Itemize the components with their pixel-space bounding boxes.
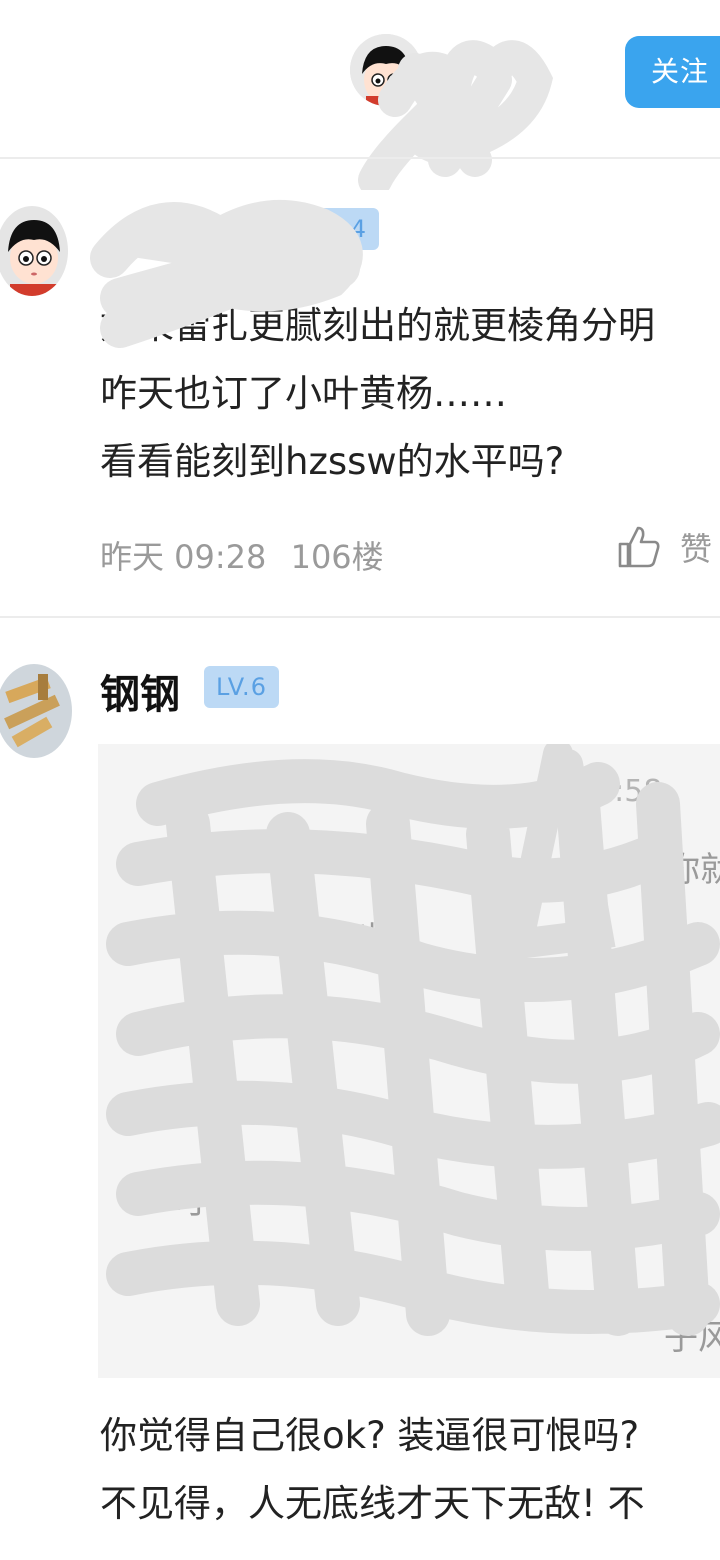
thumbs-up-icon	[618, 526, 660, 568]
thread-page: 关注 LV.4 如果雷扎更腻刻出的就更棱角分明 咋天也订了小叶黄杨…… 看看能刻…	[0, 0, 720, 1560]
quote-fragment: 也	[354, 920, 388, 960]
level-badge: LV.4	[304, 208, 379, 250]
comment-line: 你觉得自己很ok? 装逼很可恨吗?	[100, 1414, 640, 1457]
comment-item: LV.4 如果雷扎更腻刻出的就更棱角分明 咋天也订了小叶黄杨…… 看看能刻到hz…	[0, 158, 720, 618]
cartoon-avatar-icon	[350, 34, 422, 106]
quote-time: 09:58	[576, 774, 663, 809]
like-button[interactable]: 赞	[616, 524, 712, 570]
quote-fragment: 真	[572, 850, 606, 890]
author-avatar[interactable]	[350, 34, 422, 106]
comment-line: 咋天也订了小叶黄杨……	[100, 372, 507, 415]
user-avatar[interactable]	[0, 206, 68, 296]
level-badge: LV.6	[204, 666, 279, 708]
top-bar: 关注	[0, 0, 720, 190]
user-avatar[interactable]	[0, 664, 72, 758]
comment-line: 如果雷扎更腻刻出的就更棱角分明	[100, 304, 655, 347]
comment-text: 如果雷扎更腻刻出的就更棱角分明 咋天也订了小叶黄杨…… 看看能刻到hzssw的水…	[100, 292, 655, 496]
quote-fragment: 可	[172, 1182, 206, 1222]
quoted-post[interactable]: 09:58 真 你就 也 化 可 道 子风	[98, 744, 720, 1378]
wood-craft-avatar-icon	[0, 664, 72, 758]
comment-text: 你觉得自己很ok? 装逼很可恨吗? 不见得，人无底线才天下无敌! 不	[100, 1402, 645, 1538]
follow-button[interactable]: 关注	[625, 36, 720, 108]
quote-fragment: 道	[664, 1248, 698, 1288]
quote-fragment: 子风	[664, 1318, 720, 1358]
comment-item: 钢钢 LV.6 09:58 真 你就 也 化 可 道 子风 你觉得自己很ok? …	[0, 618, 720, 1560]
username[interactable]: 钢钢	[100, 662, 180, 720]
comment-time: 昨天 09:28	[100, 538, 267, 576]
comment-meta: 昨天 09:28 106楼	[100, 532, 384, 578]
quote-fragment: 你就	[666, 850, 720, 890]
cartoon-avatar-icon	[0, 206, 68, 296]
quote-fragment: 化	[658, 986, 692, 1026]
comment-line: 不见得，人无底线才天下无敌! 不	[100, 1482, 645, 1525]
comment-line: 看看能刻到hzssw的水平吗?	[100, 440, 565, 483]
like-label: 赞	[680, 530, 713, 568]
comment-floor: 106楼	[290, 538, 384, 576]
redaction-scribble	[106, 744, 720, 1336]
